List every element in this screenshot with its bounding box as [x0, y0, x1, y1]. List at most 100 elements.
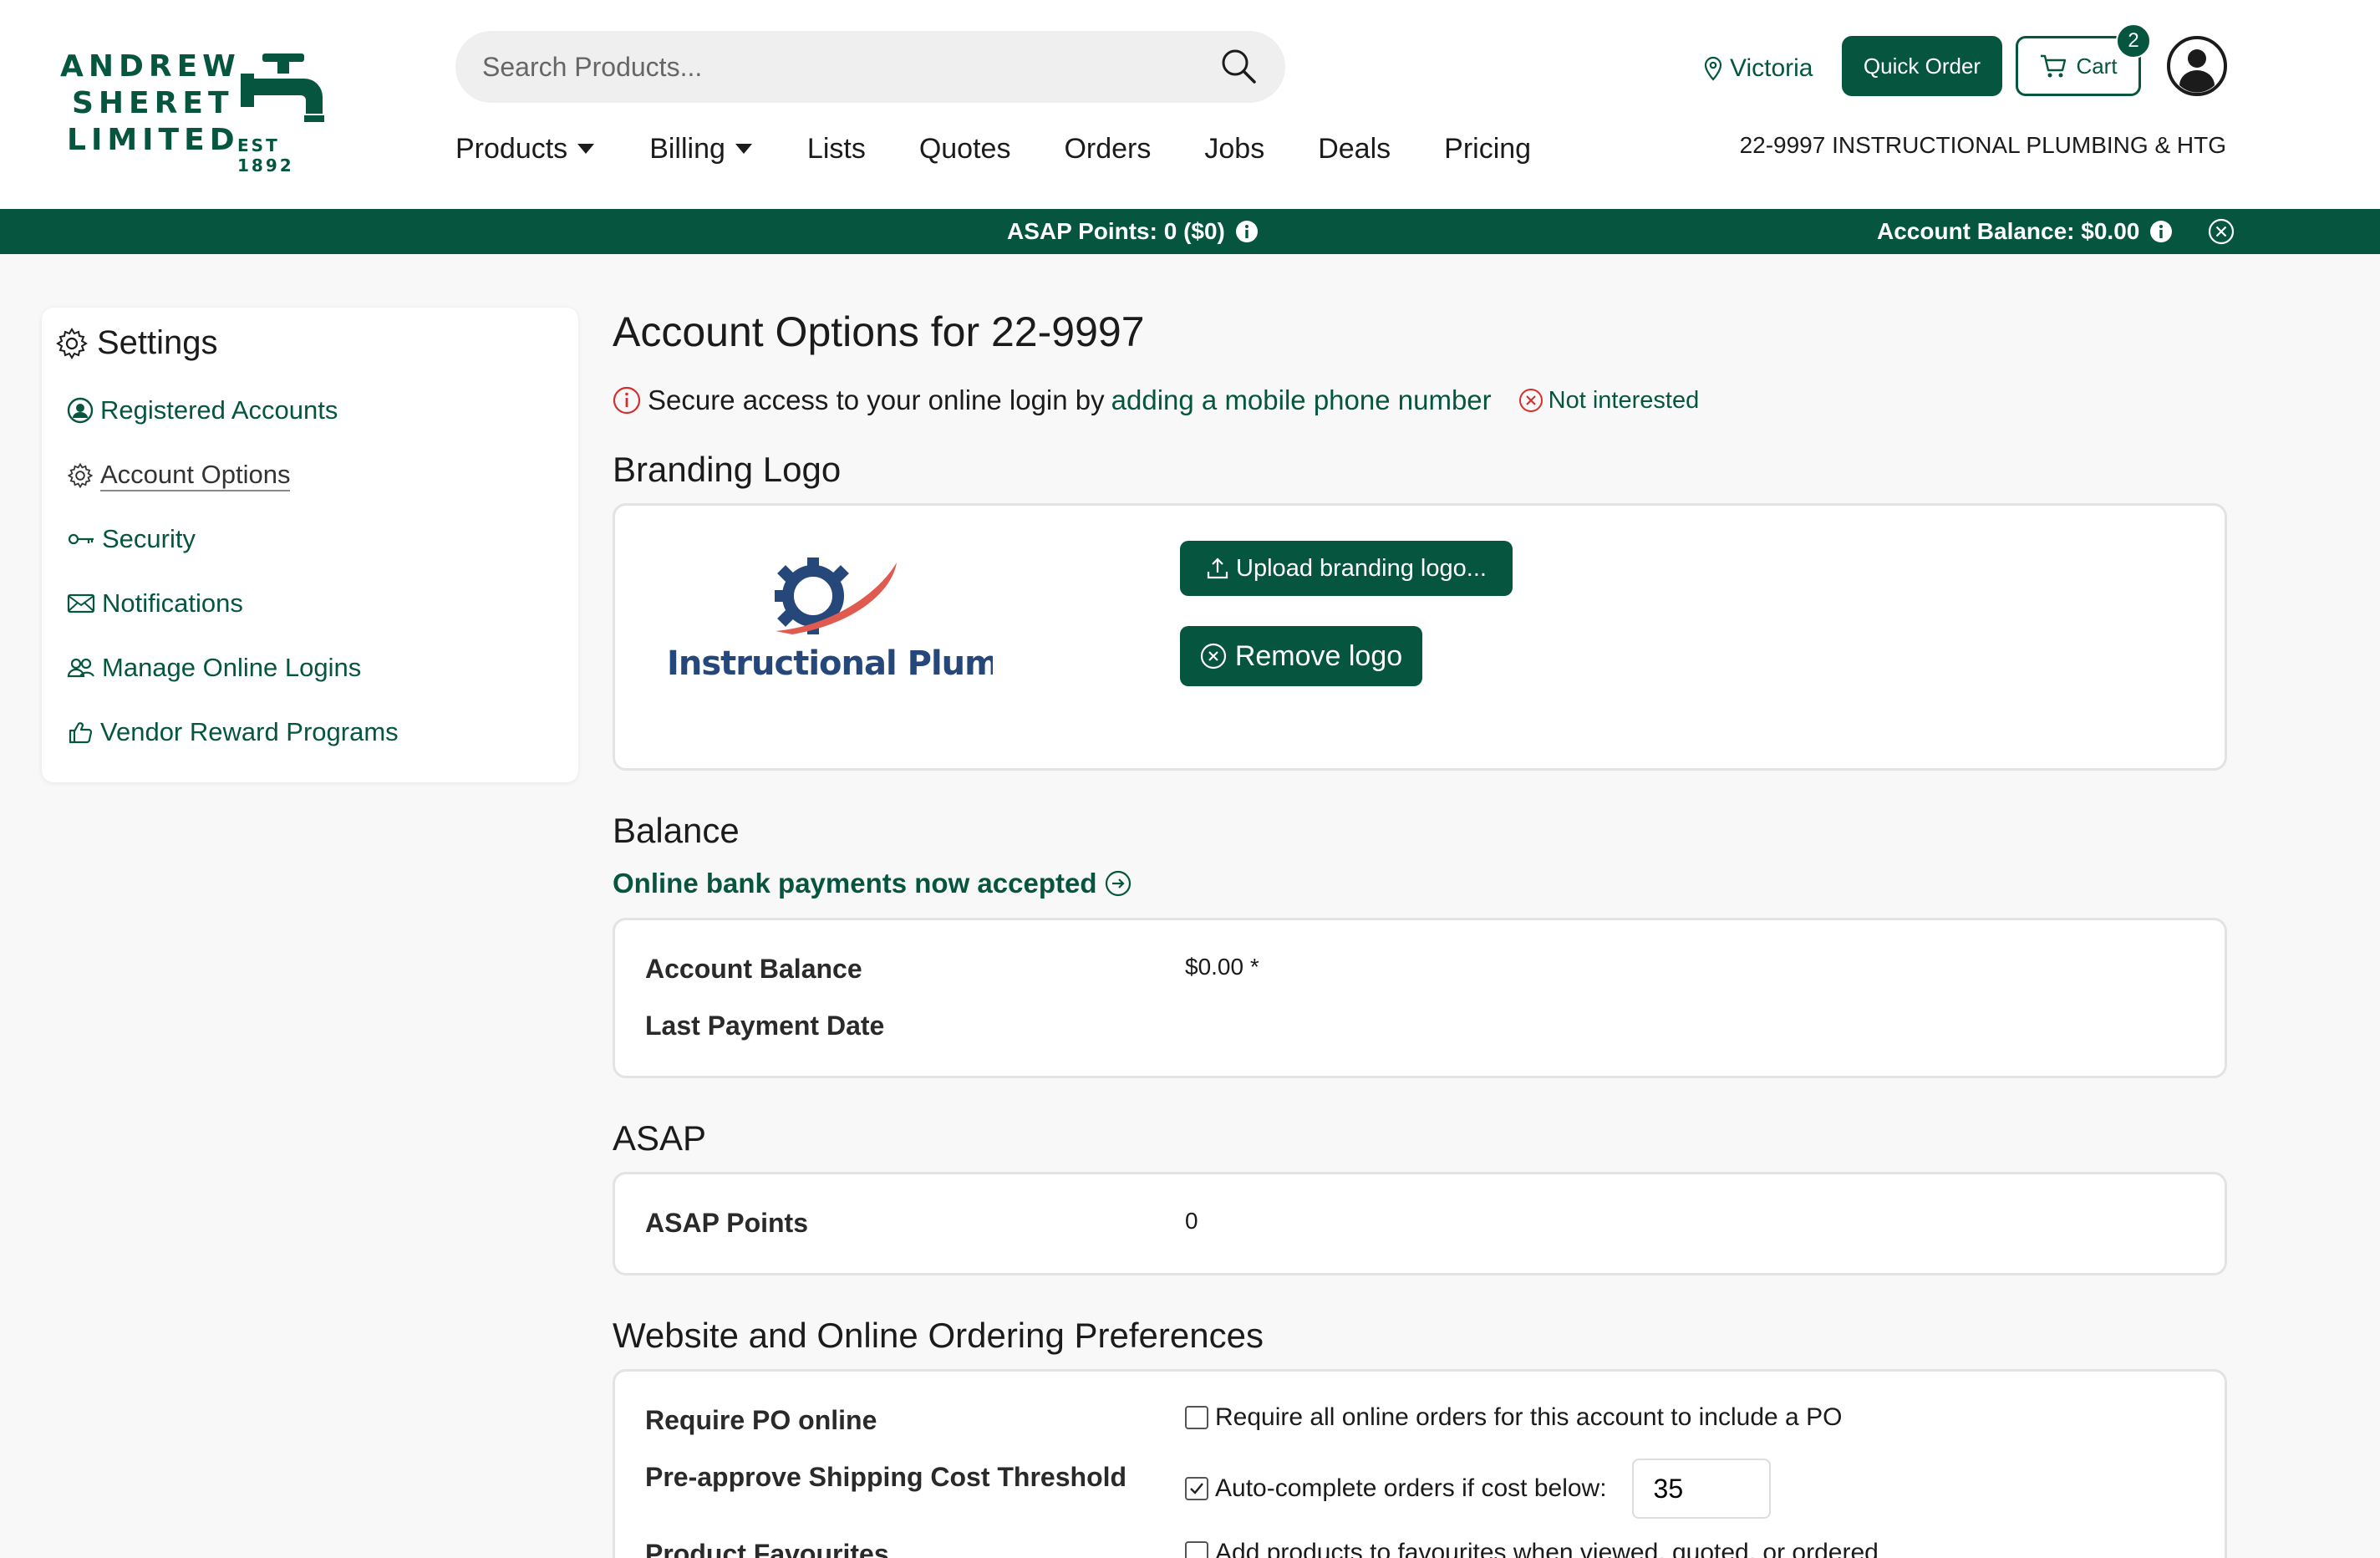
- asap-card: ASAP Points 0: [613, 1172, 2227, 1275]
- account-balance-banner: Account Balance: $0.00: [1877, 209, 2235, 254]
- arrow-right-circle-icon: [1106, 870, 1132, 897]
- envelope-icon: [67, 593, 95, 614]
- map-pin-icon: [1704, 56, 1722, 81]
- product-favourites-option[interactable]: Add products to favourites when viewed, …: [1185, 1539, 1879, 1558]
- cart-count-badge: 2: [2116, 23, 2151, 59]
- upload-label: Upload branding logo...: [1236, 554, 1487, 582]
- user-circle-icon: [67, 397, 94, 424]
- sidebar-title-label: Settings: [97, 324, 218, 361]
- search-bar[interactable]: [455, 31, 1285, 103]
- shipping-threshold-checkbox[interactable]: [1185, 1477, 1208, 1500]
- nav-item-deals[interactable]: Deals: [1318, 133, 1391, 165]
- security-alert: Secure access to your online login by ad…: [613, 384, 1699, 416]
- nav-item-label: Orders: [1064, 132, 1152, 165]
- nav-item-orders[interactable]: Orders: [1064, 133, 1151, 165]
- preferences-title: Website and Online Ordering Preferences: [613, 1316, 1264, 1355]
- nav-item-products[interactable]: Products: [455, 133, 596, 165]
- brand-logo[interactable]: ANDREW SHERET LIMITED EST 1892: [60, 48, 344, 176]
- account-balance-label: Account Balance: [645, 954, 862, 984]
- require-po-option[interactable]: Require all online orders for this accou…: [1185, 1403, 1842, 1432]
- nav-item-label: Products: [455, 132, 568, 165]
- location-selector[interactable]: Victoria: [1703, 50, 1813, 87]
- nav-item-lists[interactable]: Lists: [807, 133, 866, 165]
- alert-info-icon: [613, 386, 641, 415]
- upload-icon: [1207, 558, 1228, 579]
- search-icon[interactable]: [1220, 48, 1257, 84]
- shipping-threshold-text: Auto-complete orders if cost below:: [1215, 1474, 1607, 1502]
- people-icon: [67, 658, 94, 678]
- product-favourites-text: Add products to favourites when viewed, …: [1215, 1539, 1879, 1558]
- account-balance-text: Account Balance: $0.00: [1877, 218, 2140, 244]
- promo-label: Online bank payments now accepted: [613, 868, 1097, 899]
- caret-down-icon: [735, 144, 752, 154]
- search-input[interactable]: [482, 31, 1218, 103]
- branding-logo-title: Branding Logo: [613, 450, 842, 489]
- user-account-icon[interactable]: [2166, 35, 2228, 97]
- last-payment-date-label: Last Payment Date: [645, 1011, 885, 1041]
- product-favourites-label: Product Favourites: [645, 1539, 889, 1558]
- check-icon: [1190, 1483, 1203, 1494]
- nav-item-label: Jobs: [1204, 132, 1265, 165]
- info-icon[interactable]: [1235, 220, 1259, 243]
- sidebar-item-registered-accounts[interactable]: Registered Accounts: [67, 395, 338, 425]
- brand-line-3: LIMITED: [67, 123, 240, 157]
- brand-line-1: ANDREW: [60, 49, 241, 84]
- require-po-checkbox[interactable]: [1185, 1406, 1208, 1429]
- nav-item-label: Pricing: [1444, 132, 1532, 165]
- account-balance-value: $0.00 *: [1185, 954, 1259, 980]
- asap-points-text: ASAP Points: 0 ($0): [1007, 218, 1225, 244]
- alert-text: Secure access to your online login by: [648, 384, 1105, 415]
- product-favourites-checkbox[interactable]: [1185, 1541, 1208, 1558]
- sidebar-title: Settings: [55, 324, 218, 362]
- nav-item-quotes[interactable]: Quotes: [919, 133, 1011, 165]
- cart-icon: [2041, 54, 2067, 78]
- thumbs-up-icon: [69, 722, 93, 744]
- quick-order-button[interactable]: Quick Order: [1842, 36, 2002, 96]
- sidebar-item-manage-online-logins[interactable]: Manage Online Logins: [67, 653, 361, 683]
- shipping-threshold-input[interactable]: [1631, 1459, 1771, 1519]
- status-banner: ASAP Points: 0 ($0) Account Balance: $0.…: [0, 209, 2380, 254]
- nav-item-pricing[interactable]: Pricing: [1444, 133, 1531, 165]
- nav-item-billing[interactable]: Billing: [649, 133, 754, 165]
- sidebar-item-account-options[interactable]: Account Options: [67, 460, 291, 491]
- asap-title: ASAP: [613, 1118, 707, 1158]
- site-header: ANDREW SHERET LIMITED EST 1892 Victoria …: [0, 0, 2380, 209]
- sidebar-item-security[interactable]: Security: [67, 524, 196, 554]
- not-interested-label: Not interested: [1548, 386, 1700, 414]
- sidebar-item-label: Notifications: [102, 588, 243, 618]
- shipping-threshold-option[interactable]: Auto-complete orders if cost below:: [1185, 1459, 1771, 1519]
- branding-logo-card: Instructional Plumbing Upload branding l…: [613, 503, 2227, 771]
- sidebar-item-label: Vendor Reward Programs: [100, 717, 399, 746]
- balance-card: Account Balance $0.00 * Last Payment Dat…: [613, 918, 2227, 1078]
- brand-est: EST 1892: [237, 135, 294, 176]
- gear-swoosh-icon: Instructional Plumbing: [667, 558, 993, 681]
- sidebar-item-label: Registered Accounts: [100, 395, 338, 425]
- sidebar-item-label: Account Options: [100, 460, 291, 491]
- cart-label: Cart: [2076, 53, 2118, 79]
- add-phone-link[interactable]: adding a mobile phone number: [1111, 384, 1492, 416]
- asap-points-label: ASAP Points: [645, 1208, 808, 1238]
- account-name[interactable]: 22-9997 INSTRUCTIONAL PLUMBING & HTG: [1740, 132, 2226, 159]
- preferences-card: Require PO online Require all online ord…: [613, 1369, 2227, 1558]
- key-icon: [68, 533, 94, 545]
- nav-item-jobs[interactable]: Jobs: [1204, 133, 1264, 165]
- balance-title: Balance: [613, 811, 740, 850]
- info-icon[interactable]: [2149, 220, 2173, 243]
- online-bank-payments-link[interactable]: Online bank payments now accepted: [613, 868, 1132, 899]
- sidebar-item-vendor-reward-programs[interactable]: Vendor Reward Programs: [67, 717, 399, 747]
- branding-logo-text: Instructional Plumbing: [667, 644, 993, 681]
- not-interested-link[interactable]: Not interested: [1518, 386, 1700, 415]
- close-circle-icon: [1518, 389, 1543, 412]
- close-circle-icon: [1200, 643, 1226, 670]
- remove-logo-button[interactable]: Remove logo: [1180, 626, 1422, 686]
- page-title: Account Options for 22-9997: [613, 308, 1145, 355]
- upload-branding-logo-button[interactable]: Upload branding logo...: [1180, 541, 1513, 596]
- close-icon[interactable]: [2208, 218, 2235, 245]
- shipping-threshold-label: Pre-approve Shipping Cost Threshold: [645, 1462, 1127, 1492]
- sidebar-item-label: Manage Online Logins: [102, 653, 362, 682]
- asap-points-value: 0: [1185, 1208, 1198, 1234]
- faucet-icon: [241, 53, 324, 122]
- sidebar-item-notifications[interactable]: Notifications: [67, 588, 243, 619]
- gear-icon: [56, 327, 88, 359]
- settings-sidebar: Settings Registered Accounts Account Opt…: [42, 308, 578, 782]
